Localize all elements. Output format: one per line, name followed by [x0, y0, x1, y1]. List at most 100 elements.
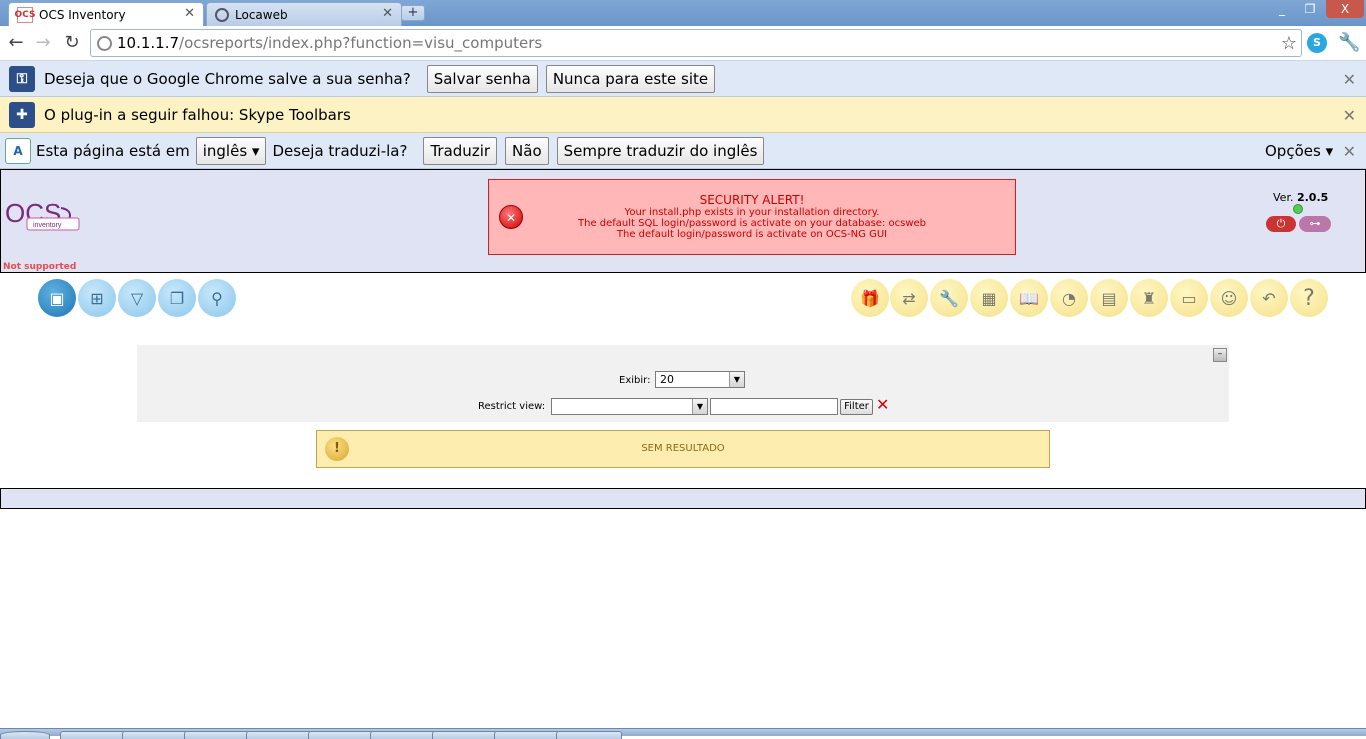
tab-locaweb[interactable]: Locaweb ✕	[206, 2, 402, 26]
translate-infobar: A Esta página está em inglês ▾ Deseja tr…	[0, 133, 1366, 169]
translate-button[interactable]: Traduzir	[423, 136, 498, 165]
not-supported-label: Not supported	[3, 262, 77, 272]
back-icon[interactable]: ←	[5, 32, 27, 54]
ocs-header: OCS inventory Not supported ✕ SECURITY A…	[0, 169, 1366, 273]
taskbar-button[interactable]	[556, 731, 622, 739]
key-icon: ⚿	[9, 65, 35, 92]
globe-icon	[215, 7, 229, 22]
address-host: 10.1.1.7	[117, 34, 180, 52]
minimize-button[interactable]: _	[1268, 0, 1296, 18]
warning-icon: !	[325, 437, 349, 461]
address-bar[interactable]: 10.1.1.7/ocsreports/index.php?function=v…	[90, 29, 1302, 57]
close-icon[interactable]: ✕	[1343, 106, 1356, 125]
transfer-icon[interactable]: ⇄	[890, 279, 928, 317]
clear-filter-icon[interactable]: ✕	[876, 395, 889, 414]
tab-title: OCS Inventory	[39, 7, 126, 22]
chevron-down-icon: ▼	[729, 372, 744, 387]
users-icon[interactable]: ☺	[1210, 279, 1248, 317]
status-dot-icon	[1293, 204, 1303, 214]
close-icon[interactable]: ✕	[1343, 142, 1356, 161]
devices-icon[interactable]: ▭	[1170, 279, 1208, 317]
browser-toolbar: ← → ↻ 10.1.1.7/ocsreports/index.php?func…	[0, 26, 1366, 61]
tab-ocs-inventory[interactable]: OCS OCS Inventory ✕	[8, 2, 204, 26]
filter-text-input[interactable]	[710, 398, 838, 415]
forward-icon[interactable]: →	[32, 32, 54, 54]
taskbar-button[interactable]	[370, 731, 436, 739]
show-count-select[interactable]: 20 ▼	[655, 371, 745, 388]
start-button[interactable]	[0, 731, 50, 739]
save-password-button[interactable]: Salvar senha	[426, 64, 538, 93]
ocs-logo[interactable]: OCS inventory	[3, 194, 83, 238]
plugin-message: O plug-in a seguir falhou: Skype Toolbar…	[44, 105, 351, 124]
taskbar-button[interactable]	[432, 731, 498, 739]
help-icon[interactable]: ?	[1290, 279, 1328, 317]
alert-line: The default SQL login/password is activa…	[578, 218, 926, 229]
bookmark-star-icon[interactable]: ☆	[1281, 31, 1297, 57]
filter-panel: – Exibir: 20 ▼ Restrict view: ▼ Filter ✕	[137, 345, 1229, 422]
restore-button[interactable]: ❐	[1296, 0, 1324, 18]
address-path: /ocsreports/index.php?function=visu_comp…	[179, 34, 543, 52]
error-icon: ✕	[499, 205, 523, 229]
windows-taskbar	[0, 728, 1366, 739]
never-save-button[interactable]: Nunca para este site	[545, 64, 716, 93]
search-icon[interactable]: ⚲	[198, 279, 236, 317]
documents-icon[interactable]: ▤	[1090, 279, 1128, 317]
browser-title-bar: OCS OCS Inventory ✕ Locaweb ✕ + _ ❐ X	[0, 0, 1366, 26]
svg-text:inventory: inventory	[33, 222, 62, 229]
new-tab-button[interactable]: +	[401, 5, 425, 21]
translate-prefix: Esta página está em	[36, 141, 190, 160]
deploy-icon[interactable]: 🎁	[851, 279, 889, 317]
options-menu[interactable]: Opções ▾	[1265, 142, 1333, 160]
restrict-view-select[interactable]: ▼	[551, 398, 708, 415]
groups-icon[interactable]: ❐	[158, 279, 196, 317]
key-icon[interactable]: ⊶	[1299, 216, 1331, 232]
taskbar-button[interactable]	[60, 731, 126, 739]
reload-icon[interactable]: ↻	[61, 32, 83, 54]
tab-title: Locaweb	[235, 7, 288, 22]
no-translate-button[interactable]: Não	[505, 136, 549, 165]
taskbar-button[interactable]	[184, 731, 250, 739]
taskbar-button[interactable]	[308, 731, 374, 739]
version-number: 2.0.5	[1296, 191, 1329, 204]
dictionary-icon[interactable]: 📖	[1010, 279, 1048, 317]
logout-button[interactable]: ⏻	[1266, 216, 1296, 232]
taskbar-button[interactable]	[494, 731, 560, 739]
network-icon[interactable]: ⊞	[78, 279, 116, 317]
skype-extension-icon[interactable]: S	[1307, 33, 1327, 53]
configuration-icon[interactable]: 🔧	[930, 279, 968, 317]
no-result-text: SEM RESULTADO	[641, 443, 725, 454]
translate-question: Deseja traduzi-la?	[272, 141, 408, 160]
close-icon[interactable]: ✕	[1343, 70, 1356, 89]
password-infobar: ⚿ Deseja que o Google Chrome salve a sua…	[0, 61, 1366, 97]
plugin-infobar: ✚ O plug-in a seguir falhou: Skype Toolb…	[0, 97, 1366, 133]
filter-button[interactable]: Filter	[840, 399, 873, 415]
show-label: Exibir:	[619, 375, 651, 386]
taskbar-button[interactable]	[122, 731, 188, 739]
filter-icon[interactable]: ▽	[118, 279, 156, 317]
statistics-icon[interactable]: ◔	[1050, 279, 1088, 317]
translate-icon: A	[5, 137, 31, 164]
security-alert: ✕ SECURITY ALERT! Your install.php exist…	[488, 179, 1016, 255]
version-label: Ver. 2.0.5	[1273, 191, 1329, 204]
close-window-button[interactable]: X	[1326, 0, 1364, 18]
password-prompt: Deseja que o Google Chrome salve a sua s…	[44, 69, 411, 88]
ocs-favicon-icon: OCS	[15, 6, 35, 23]
language-select[interactable]: inglês ▾	[195, 136, 267, 165]
wrench-menu-icon[interactable]: 🔧	[1338, 32, 1360, 54]
close-icon[interactable]: ✕	[382, 6, 393, 21]
alert-title: SECURITY ALERT!	[699, 193, 805, 207]
always-translate-button[interactable]: Sempre traduzir do inglês	[556, 136, 765, 165]
close-icon[interactable]: ✕	[184, 6, 195, 21]
computers-icon[interactable]: ▣	[38, 279, 76, 317]
no-result-message: ! SEM RESULTADO	[316, 430, 1050, 468]
page-info-icon[interactable]	[97, 36, 112, 51]
registry-icon[interactable]: ▦	[970, 279, 1008, 317]
taskbar-button[interactable]	[246, 731, 312, 739]
chevron-down-icon: ▼	[692, 399, 707, 414]
restore-icon[interactable]: ↶	[1250, 279, 1288, 317]
collapse-button[interactable]: –	[1213, 348, 1227, 362]
alert-line: Your install.php exists in your installa…	[624, 207, 880, 218]
ocs-footer-bar	[0, 488, 1366, 509]
duplicates-icon[interactable]: ♜	[1130, 279, 1168, 317]
alert-line: The default login/password is activate o…	[616, 229, 888, 240]
